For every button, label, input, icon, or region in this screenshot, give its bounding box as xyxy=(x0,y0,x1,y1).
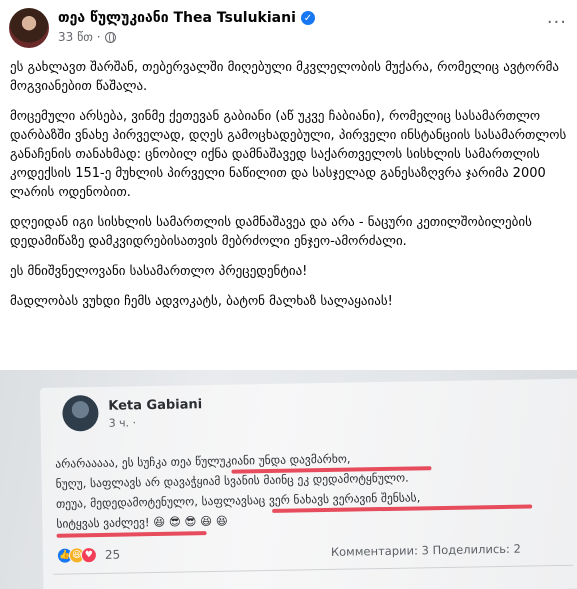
love-reaction-icon: ♥ xyxy=(80,547,98,564)
author-name[interactable]: თეა წულუკიანი Thea Tsulukiani xyxy=(58,10,296,26)
post-timestamp[interactable]: 33 წთ · xyxy=(58,30,101,44)
embedded-divider xyxy=(53,564,574,575)
more-options-button[interactable]: ··· xyxy=(547,12,567,33)
post-paragraph: დღეიდან იგი სისხლის სამართლის დამნაშავეა… xyxy=(10,215,532,249)
post-body: ეს გახლავთ შარშან, თებერვალში მიღებული მ… xyxy=(10,58,570,322)
author-row: თეა წულუკიანი Thea Tsulukiani ✓ xyxy=(58,10,315,26)
embedded-author-name: Keta Gabiani xyxy=(108,397,203,414)
verified-badge-icon: ✓ xyxy=(300,11,315,25)
globe-icon xyxy=(104,31,116,43)
embedded-author-avatar xyxy=(62,394,99,432)
embedded-post-card: Keta Gabiani 3 ч. · არარააააა, ეს სუჩკა … xyxy=(40,378,577,589)
post-paragraph: მადლობას ვუხდი ჩემს ადვოკატს, ბატონ მალხ… xyxy=(10,294,393,309)
attached-screenshot-image[interactable]: Keta Gabiani 3 ч. · არარააააა, ეს სუჩკა … xyxy=(0,370,577,589)
post-meta: 33 წთ · xyxy=(58,30,116,44)
post-paragraph: ეს მნიშვნელოვანი სასამართლო პრეცედენტია! xyxy=(10,264,308,279)
post-header: თეა წულუკიანი Thea Tsulukiani ✓ 33 წთ · … xyxy=(0,0,577,52)
reaction-count: 25 xyxy=(104,547,121,562)
author-avatar[interactable] xyxy=(9,8,49,48)
embedded-post-text: არარააააა, ეს სუჩკა თეა წულუკიანი უნდა დ… xyxy=(55,445,556,534)
post-paragraph: ეს გახლავთ შარშან, თებერვალში მიღებული მ… xyxy=(10,60,559,94)
embedded-timestamp: 3 ч. · xyxy=(108,416,137,430)
post-paragraph: მოცემული არსება, ვინმე ქეთევან გაბიანი (… xyxy=(10,109,567,200)
embedded-reactions: 👍 😆 ♥ 25 xyxy=(56,547,121,564)
embedded-stats: Комментарии: 3 Поделились: 2 xyxy=(330,541,521,559)
